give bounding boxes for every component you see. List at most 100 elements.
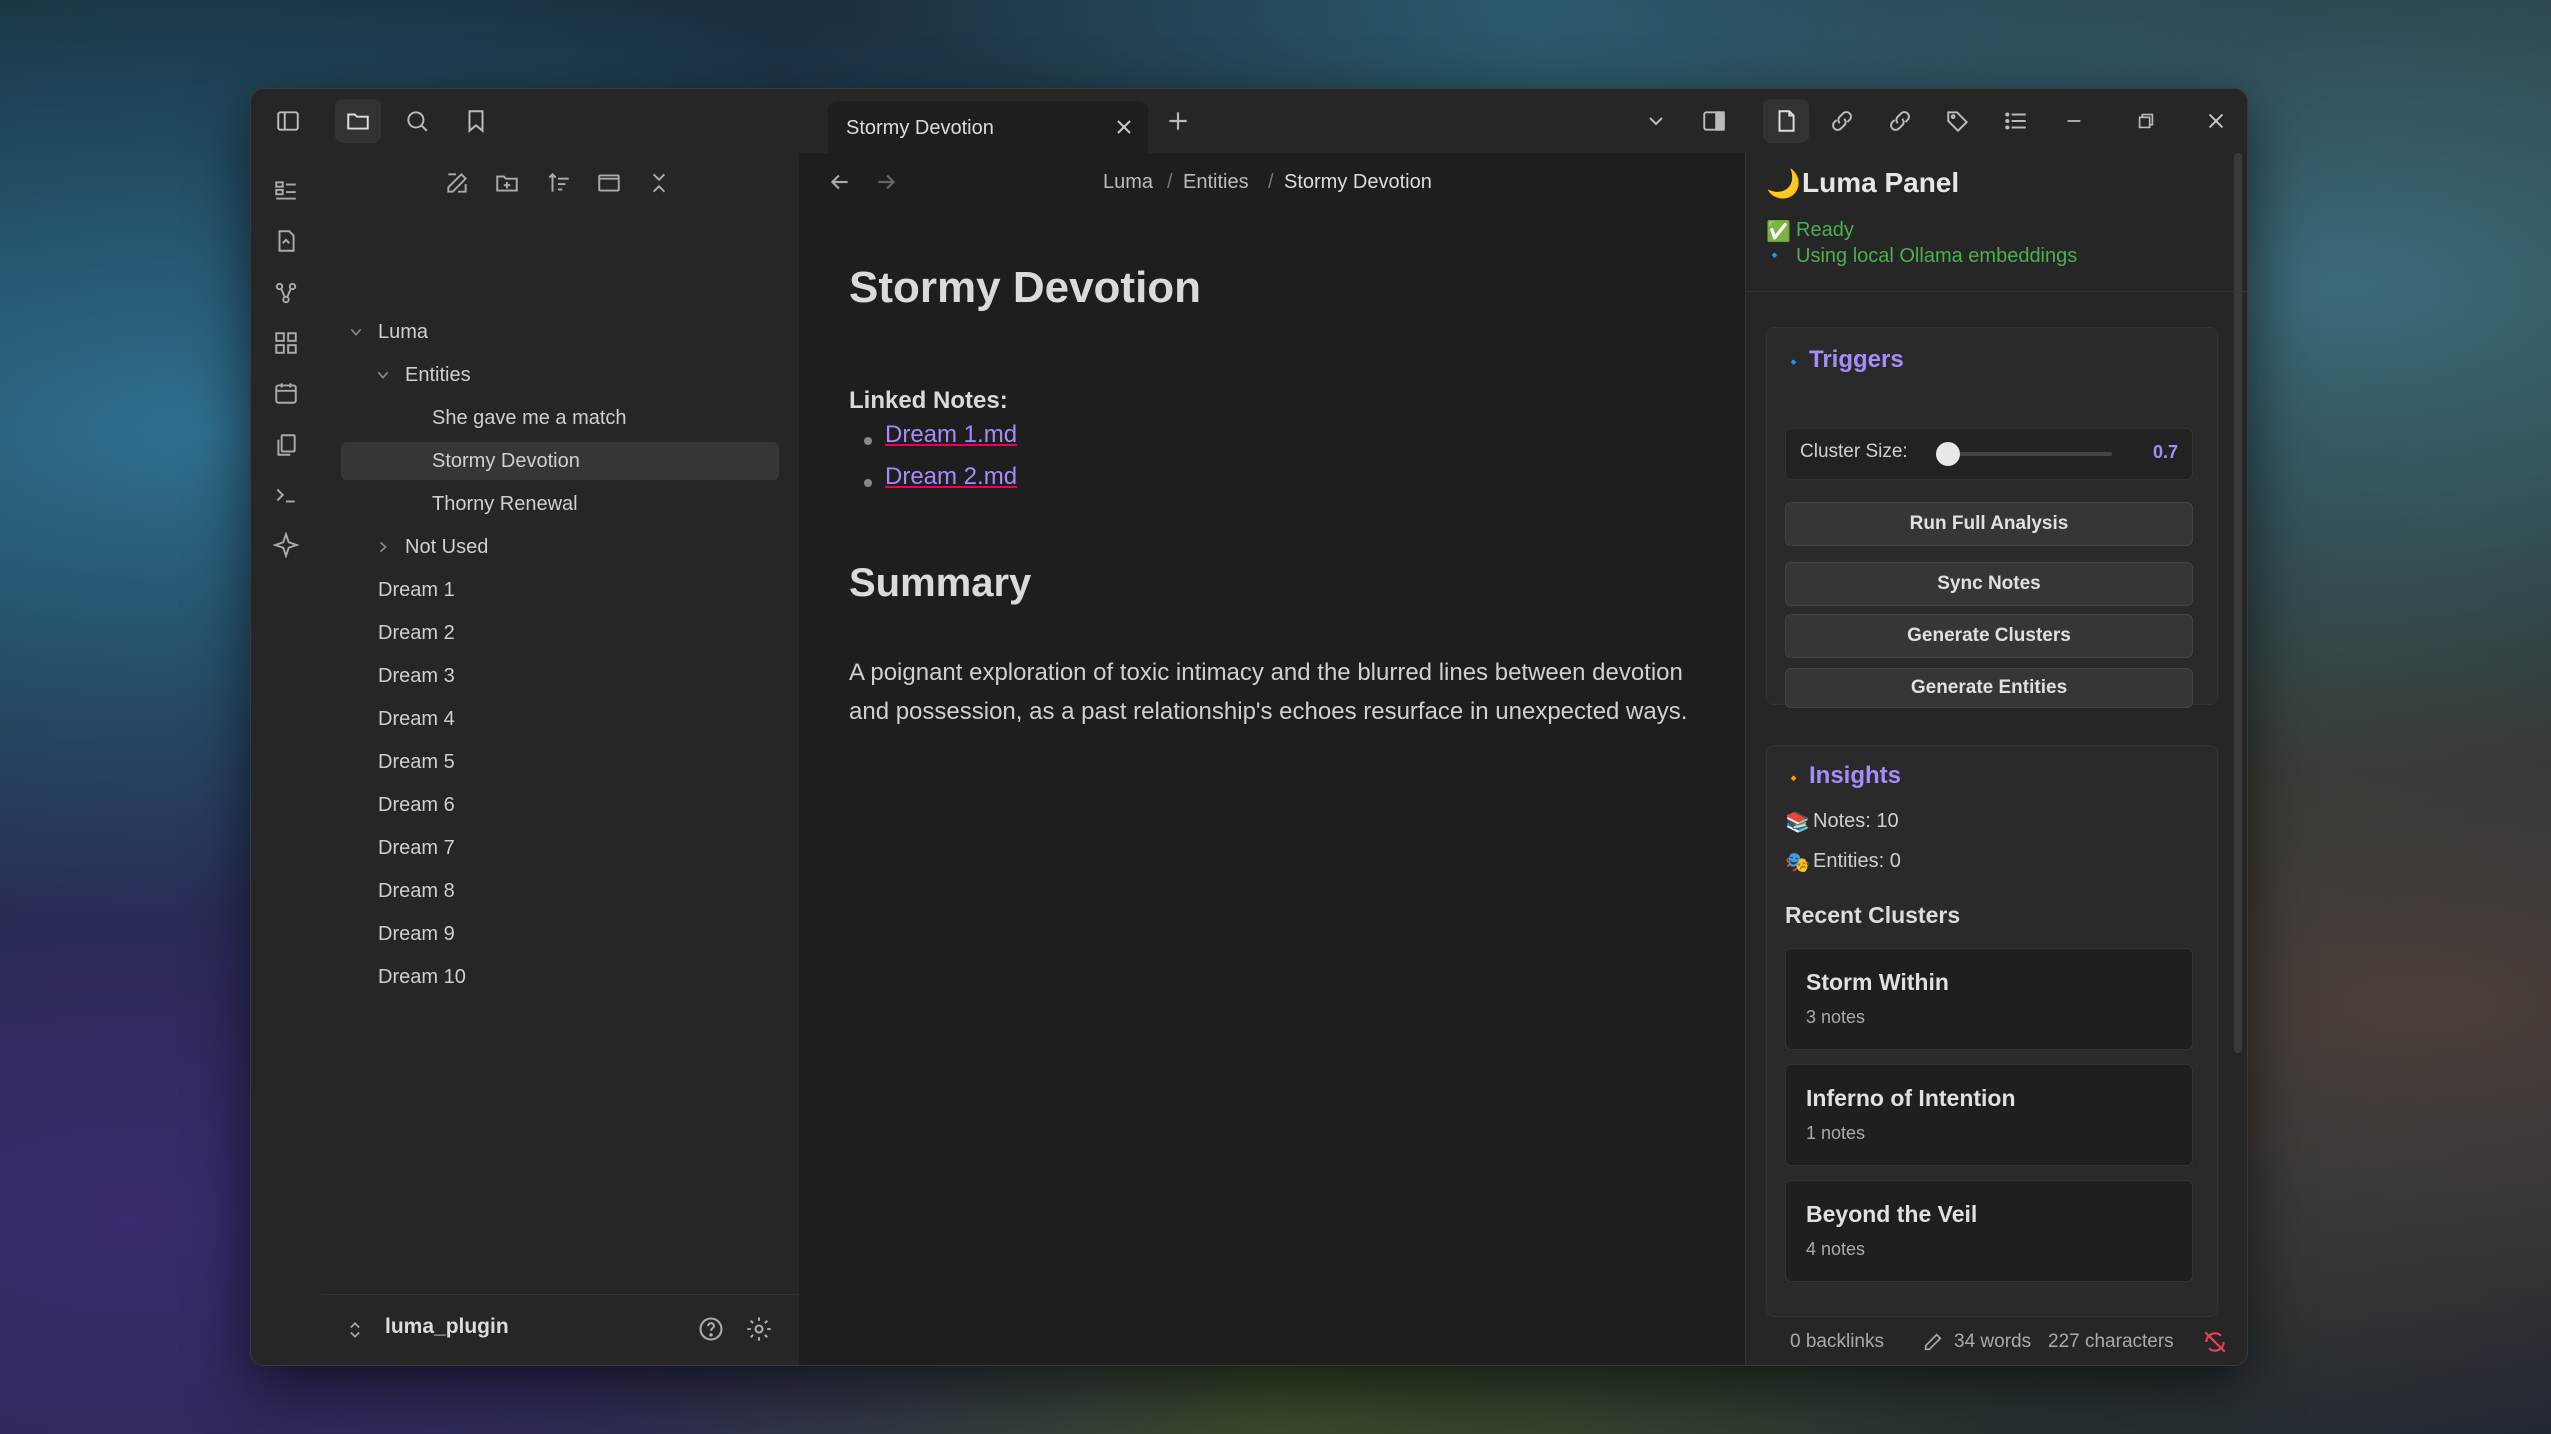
masks-icon: 🎭 [1785, 852, 1810, 874]
copy-files-icon[interactable] [268, 427, 304, 463]
edit-pencil-icon[interactable] [1922, 1331, 1944, 1353]
panel-scrollbar[interactable] [2234, 153, 2242, 1053]
status-ready: Ready [1796, 219, 1854, 241]
collapse-view-icon[interactable] [591, 165, 627, 201]
file-dream-7[interactable]: Dream 7 [378, 829, 455, 867]
cluster-card[interactable]: Storm Within 3 notes [1785, 948, 2193, 1050]
sparkle-icon[interactable] [268, 527, 304, 563]
file-dream-4[interactable]: Dream 4 [378, 700, 455, 738]
document-title: Stormy Devotion [849, 263, 1202, 312]
linked-notes-label: Linked Notes: [849, 387, 1008, 414]
tab-list-chevron-down-icon[interactable] [1633, 99, 1679, 143]
cluster-card[interactable]: Beyond the Veil 4 notes [1785, 1180, 2193, 1282]
insights-card: 🔸 Insights 📚 Notes: 10 🎭 Entities: 0 Rec… [1766, 745, 2218, 1317]
word-count: 34 words [1954, 1331, 2032, 1352]
cluster-size-control: Cluster Size: 0.7 [1785, 428, 2193, 480]
tags-icon[interactable] [1935, 99, 1981, 143]
dashboard-icon[interactable] [268, 173, 304, 209]
outgoing-links-icon[interactable] [1877, 99, 1923, 143]
cluster-size-slider-thumb[interactable] [1936, 442, 1960, 466]
entities-count: Entities: 0 [1813, 850, 1901, 872]
cluster-card[interactable]: Inferno of Intention 1 notes [1785, 1064, 2193, 1166]
status-detail: Using local Ollama embeddings [1796, 245, 2078, 267]
toggle-left-sidebar-icon[interactable] [265, 99, 311, 143]
sync-disabled-icon[interactable] [2202, 1329, 2228, 1355]
new-folder-icon[interactable] [489, 165, 525, 201]
luma-panel: 🌙 Luma Panel ✅ Ready 🔹 Using local Ollam… [1745, 153, 2247, 1365]
cluster-name: Inferno of Intention [1806, 1085, 2016, 1111]
file-dream-10[interactable]: Dream 10 [378, 958, 466, 996]
breadcrumb-current: Stormy Devotion [1284, 171, 1432, 193]
run-full-analysis-button[interactable]: Run Full Analysis [1785, 502, 2193, 546]
books-icon: 📚 [1785, 812, 1810, 834]
chevron-down-icon[interactable] [348, 324, 364, 340]
link-dream-1[interactable]: Dream 1.md [885, 421, 1017, 449]
title-bar: Stormy Devotion [251, 89, 2247, 153]
forward-arrow-icon[interactable] [873, 169, 899, 195]
folder-not-used[interactable]: Not Used [405, 528, 488, 566]
file-explorer-icon[interactable] [335, 99, 381, 143]
toggle-right-sidebar-icon[interactable] [1691, 99, 1737, 143]
sort-icon[interactable] [541, 165, 577, 201]
cluster-count: 3 notes [1806, 1007, 1866, 1027]
generate-entities-button[interactable]: Generate Entities [1785, 668, 2193, 708]
vault-switch-icon[interactable] [345, 1319, 365, 1341]
folder-entities[interactable]: Entities [405, 356, 471, 394]
breadcrumb-entities[interactable]: Entities [1183, 167, 1249, 197]
file-dream-9[interactable]: Dream 9 [378, 915, 455, 953]
graph-view-icon[interactable] [268, 275, 304, 311]
restore-icon[interactable] [2123, 99, 2169, 143]
backlinks-icon[interactable] [1819, 99, 1865, 143]
tab-stormy-devotion[interactable]: Stormy Devotion [828, 101, 1148, 153]
collapse-all-icon[interactable] [641, 165, 677, 201]
folder-luma[interactable]: Luma [378, 313, 428, 351]
file-stormy-devotion[interactable]: Stormy Devotion [341, 442, 779, 480]
switch-file-icon[interactable] [268, 223, 304, 259]
file-icon[interactable] [1763, 99, 1809, 143]
back-arrow-icon[interactable] [827, 169, 853, 195]
bookmark-icon[interactable] [453, 99, 499, 143]
close-icon[interactable] [1112, 115, 1136, 139]
cluster-name: Beyond the Veil [1806, 1201, 1978, 1227]
cluster-name: Storm Within [1806, 969, 1949, 995]
bullet [864, 479, 872, 487]
settings-gear-icon[interactable] [745, 1315, 773, 1343]
help-icon[interactable] [697, 1315, 725, 1343]
file-dream-2[interactable]: Dream 2 [378, 614, 455, 652]
ribbon [251, 153, 322, 1365]
close-window-icon[interactable] [2193, 99, 2239, 143]
calendar-icon[interactable] [268, 375, 304, 411]
breadcrumb-separator: / [1268, 171, 1274, 193]
canvas-icon[interactable] [268, 325, 304, 361]
moon-icon: 🌙 [1766, 168, 1801, 199]
new-tab-icon[interactable] [1155, 99, 1201, 143]
sync-notes-button[interactable]: Sync Notes [1785, 562, 2193, 606]
minimize-icon[interactable] [2051, 99, 2097, 143]
tab-title: Stormy Devotion [846, 117, 994, 139]
divider [1746, 291, 2247, 292]
link-dream-2[interactable]: Dream 2.md [885, 463, 1017, 491]
terminal-icon[interactable] [268, 477, 304, 513]
search-icon[interactable] [394, 99, 440, 143]
file-dream-1[interactable]: Dream 1 [378, 571, 455, 609]
outline-icon[interactable] [1993, 99, 2039, 143]
chevron-right-icon[interactable] [375, 539, 391, 555]
vault-switcher-bar: luma_plugin [321, 1294, 799, 1365]
generate-clusters-button[interactable]: Generate Clusters [1785, 614, 2193, 658]
new-note-icon[interactable] [439, 165, 475, 201]
file-dream-3[interactable]: Dream 3 [378, 657, 455, 695]
vault-name[interactable]: luma_plugin [385, 1315, 509, 1339]
file-she-gave-me-a-match[interactable]: She gave me a match [432, 399, 627, 437]
file-dream-6[interactable]: Dream 6 [378, 786, 455, 824]
chevron-down-icon[interactable] [375, 367, 391, 383]
file-thorny-renewal[interactable]: Thorny Renewal [432, 485, 578, 523]
file-dream-8[interactable]: Dream 8 [378, 872, 455, 910]
breadcrumb-luma[interactable]: Luma [1103, 167, 1153, 197]
status-bar: 0 backlinks 34 words 227 characters [1746, 1321, 2247, 1365]
cluster-count: 4 notes [1806, 1239, 1866, 1259]
file-dream-5[interactable]: Dream 5 [378, 743, 455, 781]
ready-check-icon: ✅ [1766, 221, 1791, 243]
backlinks-count[interactable]: 0 backlinks [1790, 1331, 1884, 1353]
bullet [864, 437, 872, 445]
orange-diamond-icon: 🔸 [1785, 770, 1803, 786]
